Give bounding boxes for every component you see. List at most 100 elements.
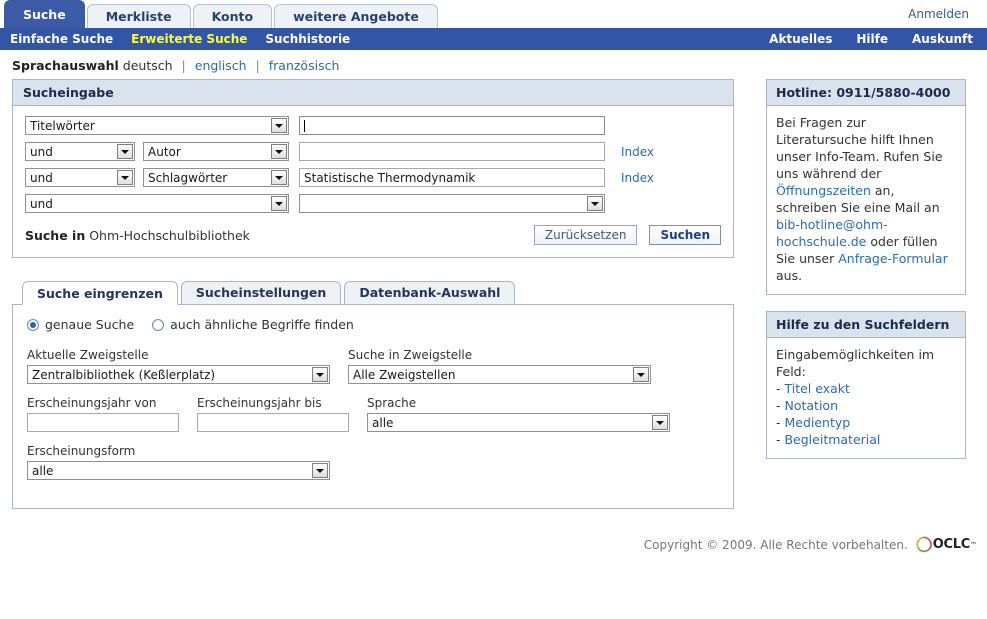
- nav-item-auskunft[interactable]: Auskunft: [912, 32, 973, 46]
- refine-tab-strip: Suche eingrenzen Sucheinstellungen Daten…: [12, 280, 734, 305]
- hotline-link-oeffnungszeiten[interactable]: Öffnungszeiten: [776, 183, 871, 198]
- language-label: Sprachauswahl: [12, 58, 119, 73]
- chevron-down-icon: [587, 196, 603, 211]
- chevron-down-icon: [271, 144, 287, 159]
- help-link-titel-exakt[interactable]: Titel exakt: [784, 381, 849, 396]
- help-intro: Eingabemöglichkeiten im Feld:: [776, 347, 935, 379]
- hotline-text-1: Bei Fragen zur Literatursuche hilft Ihne…: [776, 115, 943, 181]
- help-title: Hilfe zu den Suchfeldern: [767, 312, 965, 338]
- search-button[interactable]: Suchen: [649, 225, 721, 245]
- radio-icon-selected: [27, 318, 39, 331]
- hotline-link-anfrage-formular[interactable]: Anfrage-Formular: [838, 251, 948, 266]
- field-sprache: Sprache alle: [367, 396, 670, 432]
- help-link-begleitmaterial[interactable]: Begleitmaterial: [784, 432, 880, 447]
- select-sprache[interactable]: alle: [367, 413, 670, 432]
- language-current: deutsch: [122, 58, 173, 73]
- chevron-down-icon: [633, 367, 649, 382]
- radio-aehnliche-begriffe[interactable]: auch ähnliche Begriffe finden: [152, 317, 354, 332]
- tab-datenbank-auswahl[interactable]: Datenbank-Auswahl: [344, 281, 516, 304]
- search-panel-title: Sucheingabe: [13, 80, 733, 106]
- text-caret: [304, 119, 305, 132]
- search-row-4: und: [25, 194, 721, 213]
- tab-sucheinstellungen[interactable]: Sucheinstellungen: [180, 281, 342, 304]
- list-item: - Titel exakt: [776, 380, 956, 397]
- oclc-logo: OCLC ™: [916, 536, 977, 553]
- field-select-row-1[interactable]: Titelwörter: [25, 116, 289, 135]
- nav-item-suchhistorie[interactable]: Suchhistorie: [265, 32, 350, 46]
- help-link-medientyp[interactable]: Medientyp: [784, 415, 850, 430]
- tab-merkliste[interactable]: Merkliste: [86, 4, 191, 28]
- radio-genaue-suche[interactable]: genaue Suche: [27, 317, 134, 332]
- operator-select-row-2-value: und: [30, 144, 53, 159]
- tab-konto[interactable]: Konto: [192, 4, 273, 28]
- label-erscheinungsjahr-von: Erscheinungsjahr von: [27, 396, 157, 410]
- search-row-2: und Autor Index: [25, 142, 721, 161]
- nav-item-aktuelles[interactable]: Aktuelles: [769, 32, 832, 46]
- oclc-wordmark: OCLC: [932, 537, 971, 552]
- select-aktuelle-zweigstelle[interactable]: Zentralbibliothek (Keßlerplatz): [27, 365, 330, 384]
- oclc-trademark: ™: [970, 540, 977, 549]
- label-sprache: Sprache: [367, 396, 417, 410]
- value-erscheinungsform: alle: [32, 463, 54, 478]
- label-suche-in-zweigstelle: Suche in Zweigstelle: [348, 348, 473, 362]
- login-link[interactable]: Anmelden: [908, 7, 969, 21]
- copyright-text: Copyright © 2009. Alle Rechte vorbehalte…: [643, 537, 908, 552]
- refine-fields-grid: Aktuelle Zweigstelle Zentralbibliothek (…: [27, 348, 719, 492]
- search-value-input-row-1[interactable]: [299, 116, 605, 135]
- help-link-notation[interactable]: Notation: [784, 398, 838, 413]
- chevron-down-icon: [117, 170, 133, 185]
- primary-tabs: Suche Merkliste Konto weitere Angebote: [4, 0, 440, 28]
- value-suche-in-zweigstelle: Alle Zweigstellen: [353, 367, 456, 382]
- radio-icon-unselected: [152, 318, 165, 331]
- chevron-down-icon: [271, 118, 287, 133]
- chevron-down-icon: [271, 170, 287, 185]
- chevron-down-icon: [271, 196, 287, 211]
- label-aktuelle-zweigstelle: Aktuelle Zweigstelle: [27, 348, 149, 362]
- tab-suche-eingrenzen[interactable]: Suche eingrenzen: [22, 281, 178, 305]
- field-select-row-2[interactable]: Autor: [143, 142, 289, 161]
- tab-suche[interactable]: Suche: [4, 0, 85, 28]
- tab-weitere-angebote[interactable]: weitere Angebote: [274, 4, 438, 28]
- search-value-row-3: Statistische Thermodynamik: [304, 170, 476, 185]
- language-option-franzoesisch[interactable]: französisch: [269, 58, 340, 73]
- sidebar: Hotline: 0911/5880-4000 Bei Fragen zur L…: [766, 79, 966, 475]
- search-row-1: Titelwörter: [25, 116, 721, 135]
- reset-button[interactable]: Zurücksetzen: [533, 225, 638, 245]
- operator-select-row-2[interactable]: und: [25, 142, 135, 161]
- chevron-down-icon: [312, 463, 328, 478]
- search-row-3: und Schlagwörter Statistische Thermodyna…: [25, 168, 721, 187]
- search-value-input-row-3[interactable]: Statistische Thermodynamik: [299, 168, 605, 187]
- nav-item-erweiterte-suche[interactable]: Erweiterte Suche: [131, 32, 247, 46]
- oclc-mark-icon: [916, 536, 933, 553]
- chevron-down-icon: [652, 415, 668, 430]
- operator-select-row-4-value: und: [30, 196, 53, 211]
- hotline-body: Bei Fragen zur Literatursuche hilft Ihne…: [767, 106, 965, 294]
- search-scope: Suche in Ohm-Hochschulbibliothek: [25, 228, 250, 243]
- match-mode-group: genaue Suche auch ähnliche Begriffe find…: [27, 317, 719, 332]
- chevron-down-icon: [312, 367, 328, 382]
- index-link-row-2[interactable]: Index: [621, 145, 654, 159]
- help-link-list: - Titel exakt - Notation - Medientyp - B…: [776, 380, 956, 448]
- nav-item-hilfe[interactable]: Hilfe: [856, 32, 888, 46]
- field-select-row-3[interactable]: Schlagwörter: [143, 168, 289, 187]
- input-erscheinungsjahr-von[interactable]: [27, 413, 179, 432]
- field-erscheinungsjahr-von: Erscheinungsjahr von: [27, 396, 179, 432]
- search-value-input-row-2[interactable]: [299, 142, 605, 161]
- main-column: Sucheingabe Titelwörter und Autor Index …: [12, 79, 734, 509]
- hotline-box: Hotline: 0911/5880-4000 Bei Fragen zur L…: [766, 79, 966, 295]
- language-selector: Sprachauswahl deutsch | englisch | franz…: [0, 50, 987, 79]
- index-link-row-3[interactable]: Index: [621, 171, 654, 185]
- field-suche-in-zweigstelle: Suche in Zweigstelle Alle Zweigstellen: [348, 348, 651, 384]
- select-suche-in-zweigstelle[interactable]: Alle Zweigstellen: [348, 365, 651, 384]
- hotline-title: Hotline: 0911/5880-4000: [767, 80, 965, 106]
- operator-select-row-4[interactable]: und: [25, 194, 289, 213]
- select-erscheinungsform[interactable]: alle: [27, 461, 330, 480]
- search-value-select-row-4[interactable]: [299, 194, 605, 213]
- refine-panel: genaue Suche auch ähnliche Begriffe find…: [12, 304, 734, 509]
- language-option-englisch[interactable]: englisch: [195, 58, 247, 73]
- input-erscheinungsjahr-bis[interactable]: [197, 413, 349, 432]
- secondary-nav-bar: Einfache Suche Erweiterte Suche Suchhist…: [0, 28, 987, 50]
- operator-select-row-3[interactable]: und: [25, 168, 135, 187]
- nav-item-einfache-suche[interactable]: Einfache Suche: [10, 32, 113, 46]
- field-aktuelle-zweigstelle: Aktuelle Zweigstelle Zentralbibliothek (…: [27, 348, 330, 384]
